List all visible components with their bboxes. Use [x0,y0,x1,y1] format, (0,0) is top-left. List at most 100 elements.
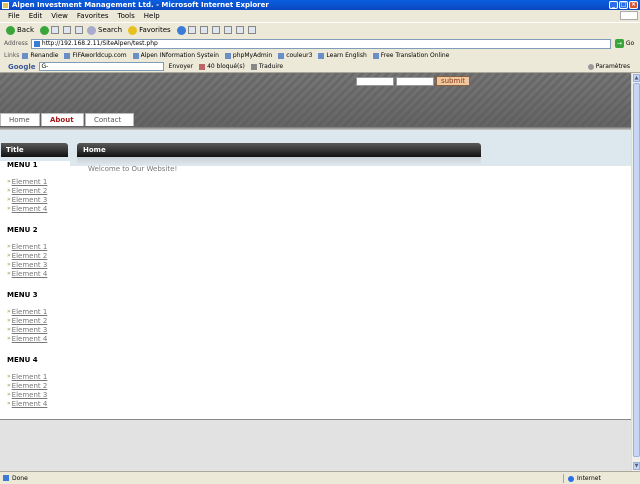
address-label: Address [4,40,28,47]
bullet-icon: » [7,382,11,389]
menu-element-link[interactable]: » Element 1 [0,242,70,251]
mail-icon[interactable] [199,26,208,34]
welcome-text: Welcome to Our Website! [88,165,178,173]
scroll-up-icon[interactable]: ▲ [633,74,640,82]
messenger-icon[interactable] [247,26,256,34]
minimize-icon[interactable]: _ [609,1,618,9]
menu-favorites[interactable]: Favorites [77,12,109,20]
scroll-thumb[interactable] [633,83,640,457]
menu-element-link[interactable]: » Element 3 [0,195,70,204]
translate-button[interactable]: Traduire [250,63,284,70]
menu-element-link[interactable]: » Element 4 [0,204,70,213]
refresh-icon[interactable] [63,26,71,34]
window-title-bar: Alpen Investment Management Ltd. - Micro… [0,0,640,10]
settings-button[interactable]: Paramètres [587,63,630,70]
tab-contact[interactable]: Contact [85,113,134,126]
vertical-scrollbar[interactable]: ▲ ▼ [631,73,640,471]
menu-element-link[interactable]: » Element 2 [0,186,70,195]
edit-icon[interactable] [223,26,232,34]
username-input[interactable] [356,77,394,86]
menu-tools[interactable]: Tools [118,12,135,20]
menu-element-label: Element 3 [11,195,48,204]
windows-logo-icon [620,11,638,20]
link-item[interactable]: phpMyAdmin [224,52,273,59]
popup-blocker-button[interactable]: 40 bloqué(s) [199,63,245,70]
favorites-button[interactable]: Favorites [128,25,171,35]
link-item[interactable]: Learn English [318,52,367,59]
link-item[interactable]: Renandie [22,52,58,59]
menu-element-link[interactable]: » Element 4 [0,269,70,278]
stop-icon[interactable] [51,26,59,34]
home-icon[interactable] [75,26,83,34]
menu-element-link[interactable]: » Element 3 [0,260,70,269]
bullet-icon: » [7,252,11,259]
menu-title: MENU 2 [7,226,38,234]
link-icon [64,52,71,59]
close-icon[interactable]: × [629,1,638,9]
link-item[interactable]: FIFAworldcup.com [64,52,127,59]
address-input[interactable]: http://192.168.2.11/SiteAlpen/test.php [30,38,611,49]
link-icon [318,52,325,59]
translate-label: Traduire [258,63,284,70]
menu-element-label: Element 4 [11,204,48,213]
link-item[interactable]: couleur3 [278,52,312,59]
status-text: Done [12,474,28,482]
bullet-icon: » [7,243,11,250]
bullet-icon: » [7,335,11,342]
link-icon [278,52,285,59]
google-search-input[interactable]: G- [38,62,164,71]
menu-element-label: Element 3 [11,260,48,269]
link-item[interactable]: Alpen INformation Systein [132,52,219,59]
back-button[interactable]: Back [6,25,34,35]
menu-element-link[interactable]: » Element 1 [0,307,70,316]
bullet-icon: » [7,308,11,315]
menu-element-link[interactable]: » Element 2 [0,316,70,325]
menu-element-label: Element 4 [11,269,48,278]
go-button[interactable]: → Go [614,39,634,48]
google-send-label: Envoyer [168,63,194,70]
menu-element-link[interactable]: » Element 4 [0,334,70,343]
menu-file[interactable]: File [8,12,20,20]
security-zone: Internet [563,474,601,483]
menu-element-link[interactable]: » Element 2 [0,381,70,390]
password-input[interactable] [396,77,434,86]
toolbar: Back Search Favorites [0,22,640,37]
bullet-icon: » [7,373,11,380]
link-label: phpMyAdmin [232,52,273,59]
blocked-count: 40 bloqué(s) [207,63,245,70]
link-icon [372,52,379,59]
menu-element-link[interactable]: » Element 1 [0,177,70,186]
maximize-icon[interactable]: □ [619,1,628,9]
history-icon[interactable] [187,26,196,34]
submit-button[interactable]: submit [436,76,470,86]
link-item[interactable]: Free Translation Online [372,52,450,59]
back-arrow-icon [6,25,15,35]
menu-element-link[interactable]: » Element 3 [0,325,70,334]
scroll-down-icon[interactable]: ▼ [633,462,640,470]
favorites-label: Favorites [139,26,171,34]
menu-element-link[interactable]: » Element 1 [0,372,70,381]
bullet-icon: » [7,178,11,185]
menu-element-link[interactable]: » Element 2 [0,251,70,260]
tab-home[interactable]: Home [0,113,40,126]
link-label: FIFAworldcup.com [72,52,127,59]
menu-view[interactable]: View [51,12,68,20]
link-icon [22,52,29,59]
menu-bar: File Edit View Favorites Tools Help [0,10,640,21]
discuss-icon[interactable] [235,26,244,34]
link-label: Free Translation Online [380,52,450,59]
google-send-button[interactable]: Envoyer [169,63,194,70]
tab-about[interactable]: About [41,113,84,126]
print-icon[interactable] [211,26,220,34]
nav-tabs: Home About Contact [0,113,135,126]
search-button[interactable]: Search [87,25,122,35]
menu-element-link[interactable]: » Element 4 [0,399,70,408]
menu-help[interactable]: Help [144,12,160,20]
menu-element-label: Element 2 [11,251,48,260]
menu-edit[interactable]: Edit [29,12,43,20]
bullet-icon: » [7,187,11,194]
media-icon[interactable] [176,25,186,35]
menu-element-link[interactable]: » Element 3 [0,390,70,399]
links-label: Links [4,52,20,59]
forward-arrow-icon[interactable] [40,25,49,35]
